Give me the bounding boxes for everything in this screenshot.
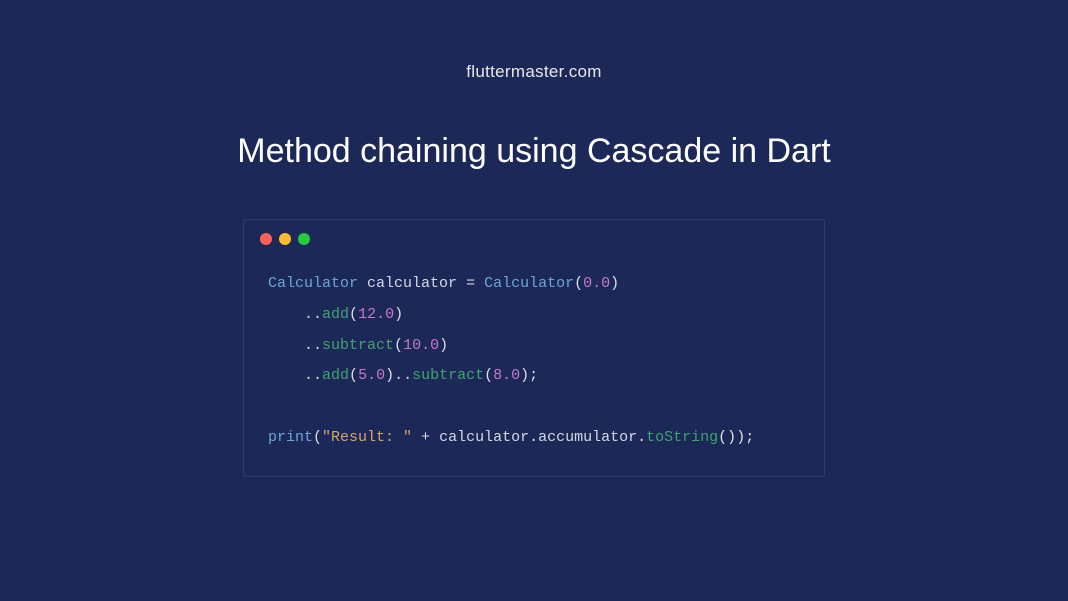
- window-maximize-icon: [298, 233, 310, 245]
- code-method: toString: [646, 429, 718, 446]
- page-title: Method chaining using Cascade in Dart: [237, 132, 830, 171]
- code-number: 8.0: [493, 367, 520, 384]
- code-method: subtract: [412, 367, 484, 384]
- code-cascade: ..: [394, 367, 412, 384]
- code-method: add: [322, 367, 349, 384]
- code-cascade: ..: [304, 337, 322, 354]
- code-paren: ): [394, 306, 403, 323]
- code-paren: (: [349, 367, 358, 384]
- code-paren: ): [385, 367, 394, 384]
- site-label: fluttermaster.com: [466, 62, 601, 82]
- code-paren: ): [610, 275, 619, 292]
- window-close-icon: [260, 233, 272, 245]
- code-indent: [268, 337, 304, 354]
- code-paren: ): [736, 429, 745, 446]
- window-titlebar: [244, 220, 824, 251]
- code-method: subtract: [322, 337, 394, 354]
- code-cascade: ..: [304, 367, 322, 384]
- code-property: accumulator: [538, 429, 637, 446]
- code-indent: [268, 306, 304, 323]
- code-paren: (: [394, 337, 403, 354]
- code-cascade: ..: [304, 306, 322, 323]
- code-identifier: calculator: [367, 275, 457, 292]
- code-number: 5.0: [358, 367, 385, 384]
- code-string: "Result: ": [322, 429, 412, 446]
- code-semicolon: ;: [529, 367, 538, 384]
- code-number: 0.0: [583, 275, 610, 292]
- window-minimize-icon: [279, 233, 291, 245]
- code-paren: ): [520, 367, 529, 384]
- code-constructor: Calculator: [484, 275, 574, 292]
- code-paren: ): [727, 429, 736, 446]
- code-dot: .: [529, 429, 538, 446]
- code-number: 10.0: [403, 337, 439, 354]
- code-number: 12.0: [358, 306, 394, 323]
- code-identifier: calculator: [439, 429, 529, 446]
- code-paren: (: [484, 367, 493, 384]
- code-paren: (: [313, 429, 322, 446]
- code-indent: [268, 367, 304, 384]
- code-semicolon: ;: [745, 429, 754, 446]
- code-dot: .: [637, 429, 646, 446]
- code-paren: ): [439, 337, 448, 354]
- code-window: Calculator calculator = Calculator(0.0) …: [243, 219, 825, 477]
- code-paren: (: [349, 306, 358, 323]
- code-operator: =: [466, 275, 475, 292]
- code-method: add: [322, 306, 349, 323]
- code-function: print: [268, 429, 313, 446]
- code-paren: (: [574, 275, 583, 292]
- code-block: Calculator calculator = Calculator(0.0) …: [244, 251, 824, 476]
- code-type: Calculator: [268, 275, 358, 292]
- code-paren: (: [718, 429, 727, 446]
- code-operator: +: [412, 429, 439, 446]
